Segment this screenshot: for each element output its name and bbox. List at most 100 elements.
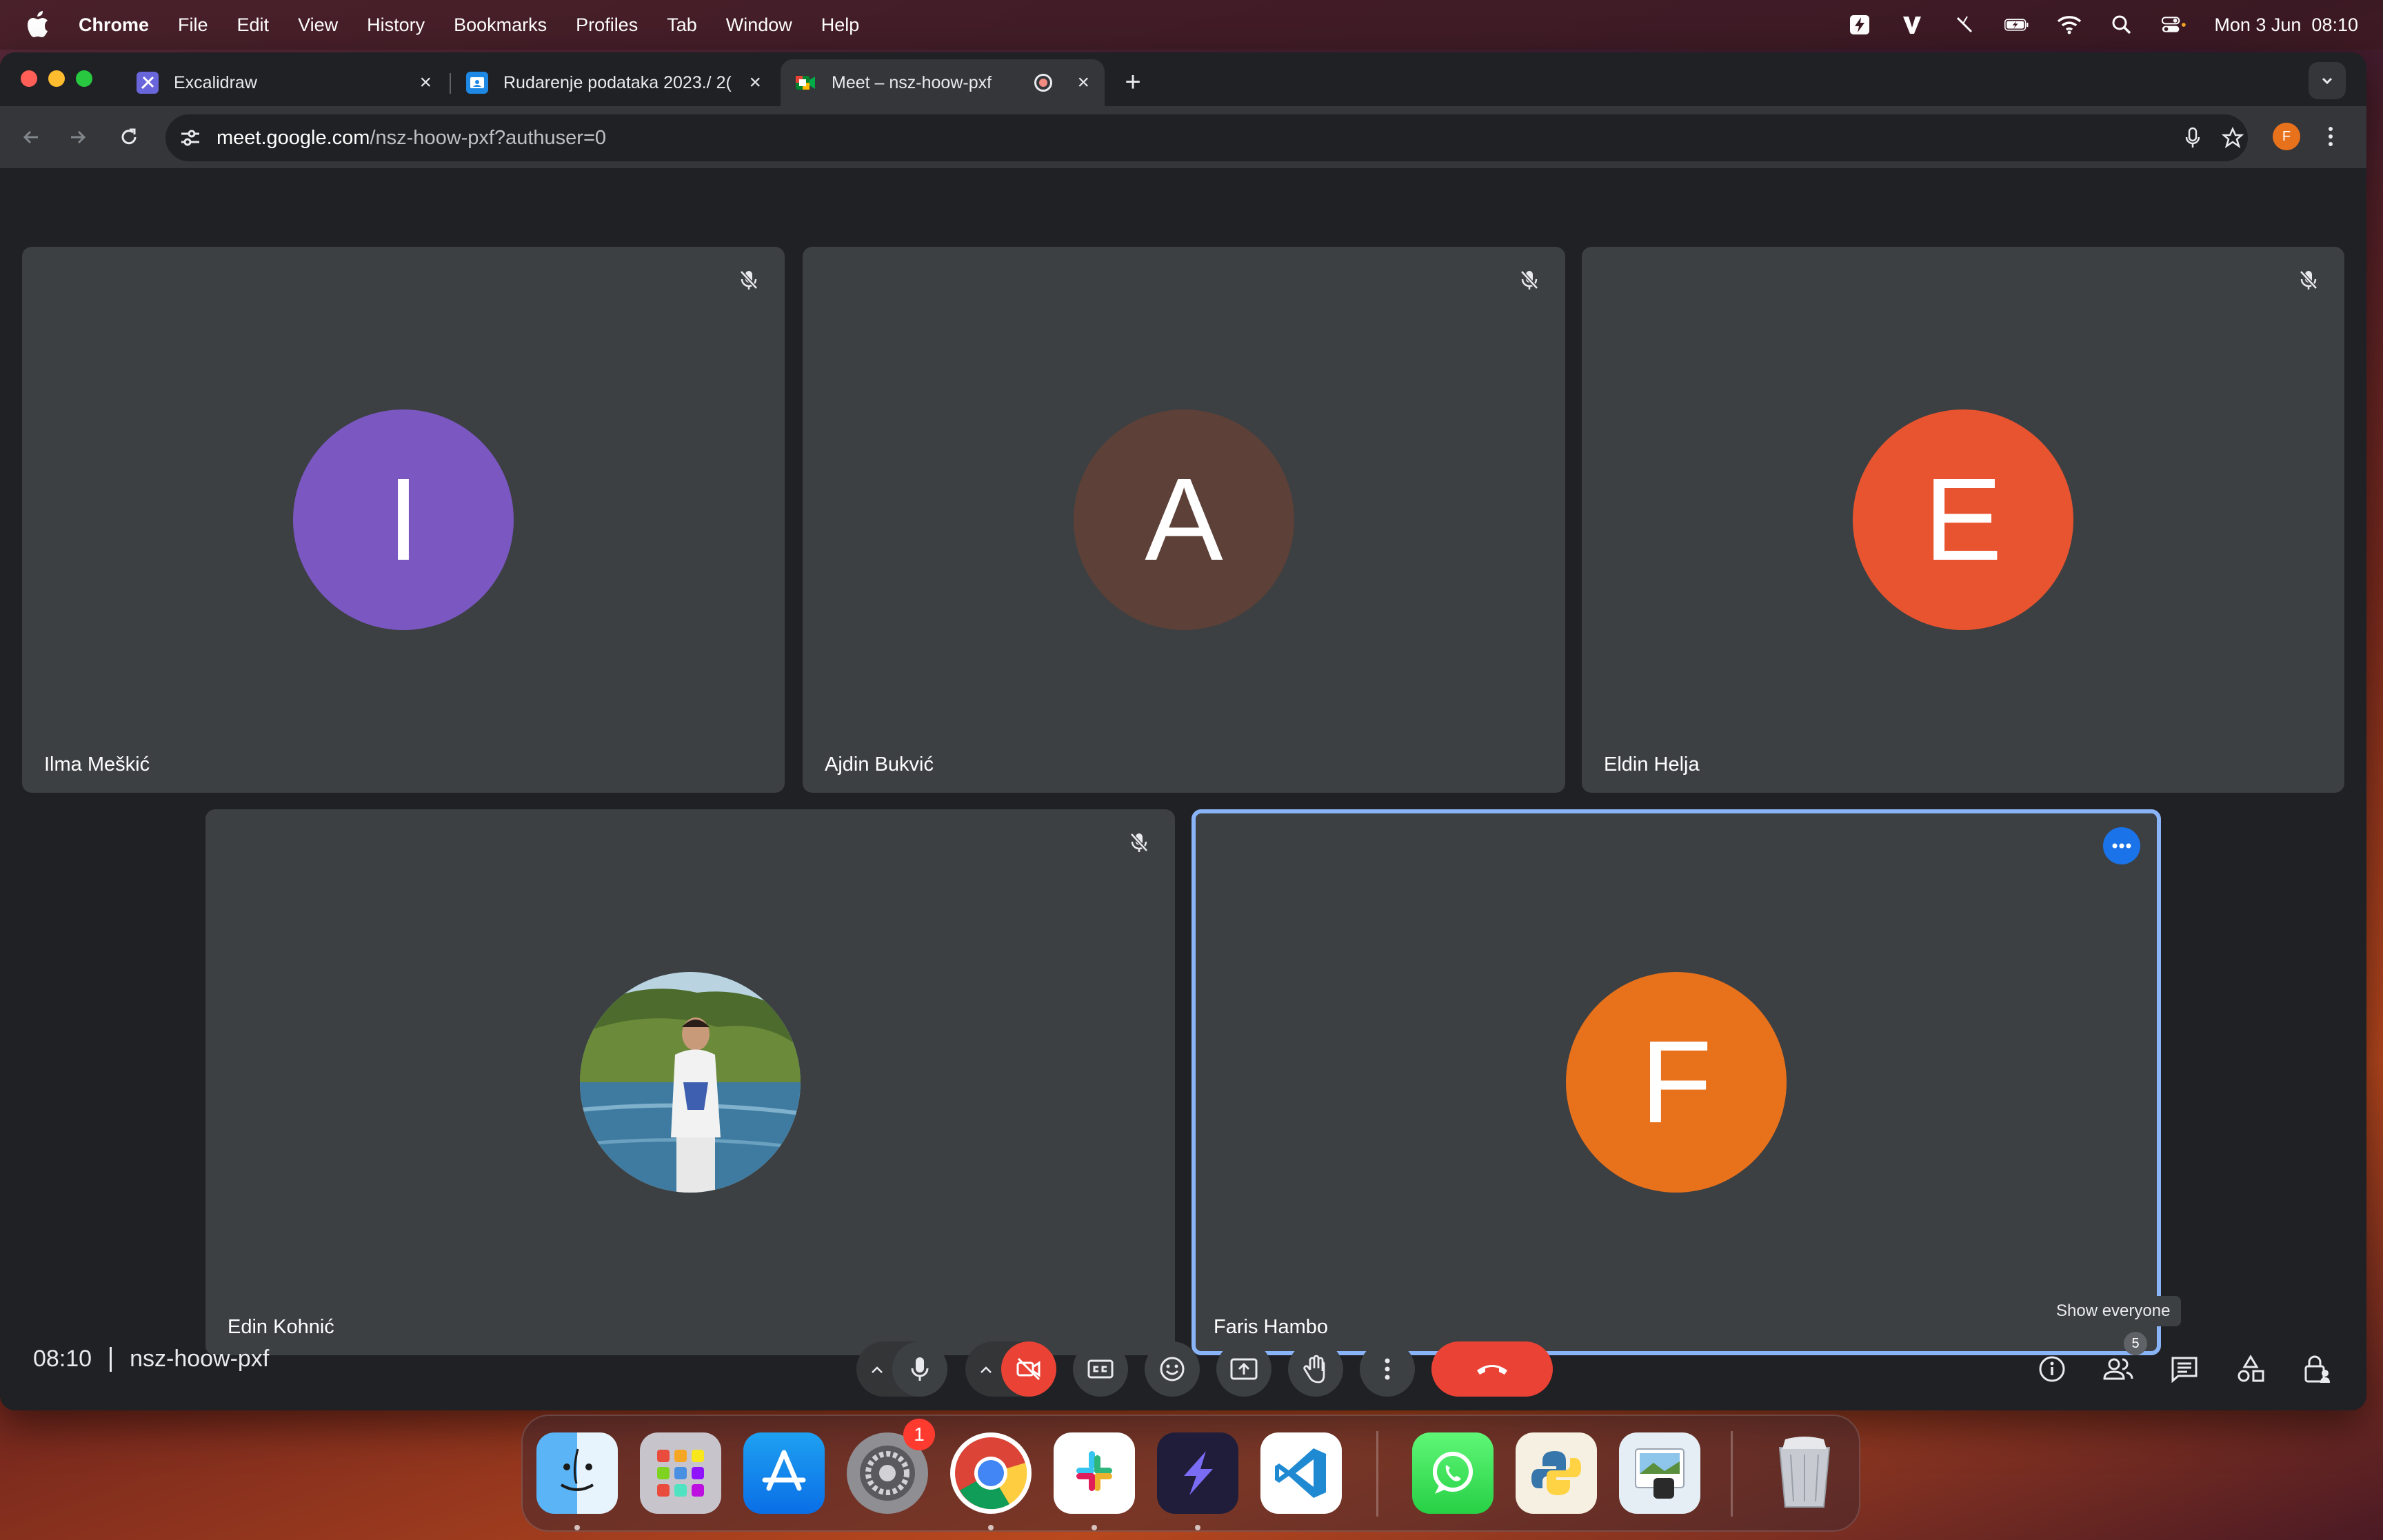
camera-off-button[interactable] (1001, 1341, 1056, 1397)
menu-edit[interactable]: Edit (237, 14, 270, 36)
new-tab-button[interactable]: + (1116, 65, 1150, 99)
tile-options-button[interactable] (2103, 827, 2140, 864)
running-indicator (574, 1525, 580, 1530)
bookmark-star-icon[interactable] (2220, 125, 2245, 150)
reload-button[interactable] (112, 120, 146, 154)
participant-tile[interactable]: Edin Kohnić (205, 809, 1175, 1355)
browser-toolbar: meet.google.com/nsz-hoow-pxf?authuser=0 … (0, 106, 2366, 168)
raise-hand-button[interactable] (1288, 1341, 1343, 1397)
captions-button[interactable] (1073, 1341, 1128, 1397)
apple-icon[interactable] (26, 11, 54, 39)
tab-search-button[interactable] (2309, 62, 2346, 99)
menu-profiles[interactable]: Profiles (576, 14, 638, 36)
wifi-icon[interactable] (2057, 12, 2082, 37)
host-controls-button[interactable] (2295, 1347, 2339, 1391)
python-launcher-icon[interactable] (1516, 1432, 1597, 1514)
slash-app-icon[interactable] (1952, 12, 1977, 37)
participant-tile-self[interactable]: F Faris Hambo (1192, 809, 2161, 1355)
chrome-window: Excalidraw × Rudarenje podataka 2023./ 2… (0, 52, 2366, 1410)
video-settings-button[interactable] (972, 1358, 1000, 1381)
activities-shapes-icon (2238, 1355, 2264, 1382)
close-window-button[interactable] (21, 70, 37, 87)
mic-muted-icon (1124, 827, 1154, 858)
person-photo-icon (580, 972, 801, 1193)
back-button[interactable] (14, 120, 48, 154)
info-icon (2039, 1356, 2065, 1382)
leave-call-button[interactable] (1431, 1341, 1553, 1397)
arrow-right-icon (71, 130, 86, 144)
finder-icon[interactable] (536, 1432, 618, 1514)
running-indicator (1092, 1525, 1097, 1530)
v-app-icon[interactable] (1900, 12, 1924, 37)
participant-tile[interactable]: E Eldin Helja (1582, 247, 2344, 793)
zoom-window-button[interactable] (76, 70, 92, 87)
present-screen-icon (1230, 1358, 1258, 1380)
menu-view[interactable]: View (298, 14, 338, 36)
chrome-icon[interactable] (950, 1432, 1032, 1514)
menu-file[interactable]: File (178, 14, 208, 36)
participant-name: Ilma Meškić (44, 753, 150, 776)
menu-history[interactable]: History (367, 14, 425, 36)
tab-excalidraw[interactable]: Excalidraw × (123, 59, 447, 106)
battery-icon[interactable] (2004, 12, 2029, 37)
meeting-details-button[interactable] (2030, 1347, 2074, 1391)
arrow-left-icon (23, 130, 38, 144)
audio-settings-button[interactable] (863, 1358, 891, 1381)
app-store-icon[interactable] (743, 1432, 825, 1514)
video-off-icon (1016, 1357, 1040, 1381)
closed-captions-icon (1087, 1359, 1114, 1379)
menu-app-name[interactable]: Chrome (79, 14, 149, 36)
reactions-button[interactable] (1145, 1341, 1200, 1397)
menu-window[interactable]: Window (726, 14, 792, 36)
chevron-up-icon (872, 1366, 883, 1373)
preview-icon[interactable] (1619, 1432, 1700, 1514)
microphone-button[interactable] (892, 1341, 947, 1397)
present-screen-button[interactable] (1216, 1341, 1271, 1397)
activities-button[interactable] (2229, 1347, 2273, 1391)
profile-avatar[interactable]: F (2273, 123, 2300, 150)
participant-avatar: F (1566, 972, 1787, 1193)
participant-tile[interactable]: I Ilma Meškić (22, 247, 785, 793)
tab-close-icon[interactable]: × (419, 71, 432, 94)
site-info-icon[interactable] (178, 125, 203, 150)
macos-dock: 1 (521, 1415, 1860, 1532)
meeting-info: 08:10 nsz-hoow-pxf (33, 1346, 269, 1372)
people-icon (2103, 1358, 2133, 1380)
tab-close-icon[interactable]: × (749, 71, 761, 94)
slack-icon[interactable] (1054, 1432, 1135, 1514)
spotlight-search-icon[interactable] (2109, 12, 2134, 37)
omnibox-mic-icon[interactable] (2180, 125, 2205, 150)
tab-meet[interactable]: Meet – nsz-hoow-pxf × (781, 59, 1105, 106)
menu-tab[interactable]: Tab (667, 14, 697, 36)
minimize-window-button[interactable] (48, 70, 65, 87)
menubar-clock[interactable]: Mon 3 Jun 08:10 (2214, 14, 2358, 36)
divider (110, 1346, 112, 1372)
participant-avatar: I (293, 409, 514, 630)
control-center-icon[interactable] (2162, 12, 2186, 37)
linear-icon[interactable] (1157, 1432, 1238, 1514)
launchpad-icon[interactable] (640, 1432, 721, 1514)
chevron-up-icon (981, 1366, 992, 1373)
chat-button[interactable] (2162, 1347, 2206, 1391)
participant-name: Eldin Helja (1604, 753, 1700, 776)
menu-bookmarks[interactable]: Bookmarks (454, 14, 547, 36)
forward-button[interactable] (61, 120, 95, 154)
menu-help[interactable]: Help (821, 14, 860, 36)
more-options-button[interactable] (1360, 1341, 1415, 1397)
tab-title: Excalidraw (174, 72, 257, 92)
chrome-menu-button[interactable] (2315, 121, 2346, 152)
trash-icon[interactable] (1764, 1432, 1845, 1514)
vscode-icon[interactable] (1260, 1432, 1342, 1514)
bolt-app-icon[interactable] (1847, 12, 1872, 37)
address-bar[interactable]: meet.google.com/nsz-hoow-pxf?authuser=0 (165, 114, 2248, 161)
chat-icon (2171, 1357, 2198, 1383)
excalidraw-favicon-icon (137, 72, 159, 94)
tab-rudarenje-podataka[interactable]: Rudarenje podataka 2023./ 2( × (452, 59, 776, 106)
tab-close-icon[interactable]: × (1077, 71, 1089, 94)
participant-avatar: A (1074, 409, 1294, 630)
raise-hand-icon (1303, 1355, 1325, 1384)
participant-tile[interactable]: A Ajdin Bukvić (803, 247, 1565, 793)
mic-muted-icon (734, 265, 764, 295)
meet-control-bar: 08:10 nsz-hoow-pxf Show everyone 5 (0, 1296, 2366, 1410)
whatsapp-icon[interactable] (1412, 1432, 1494, 1514)
